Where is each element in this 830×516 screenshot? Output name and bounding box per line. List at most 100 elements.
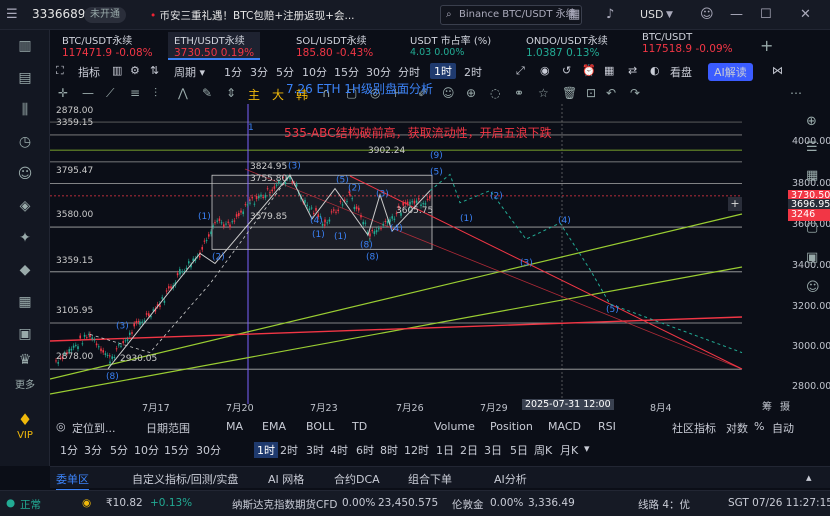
tf-2h[interactable]: 2时 <box>464 64 482 80</box>
redo-icon[interactable]: ↷ <box>630 86 640 100</box>
undo-icon[interactable]: ↶ <box>606 86 616 100</box>
channel-icon[interactable]: ≡ <box>130 86 140 100</box>
layers-icon[interactable]: ▤ <box>0 70 50 86</box>
chevron-down-icon[interactable]: ▼ <box>666 10 673 20</box>
minimize-icon[interactable]: — <box>730 7 743 22</box>
candle-style-icon[interactable]: ▥ <box>112 64 122 77</box>
chat-icon[interactable]: ▢ <box>806 220 818 235</box>
tfbar-3h[interactable]: 3时 <box>306 442 324 458</box>
tfbar-6h[interactable]: 6时 <box>356 442 374 458</box>
tfbar-2d[interactable]: 2日 <box>460 442 478 458</box>
line-status[interactable]: 线路 4：优 <box>638 497 690 512</box>
indicator-ma[interactable]: MA <box>226 420 243 433</box>
indicator-volume[interactable]: Volume <box>434 420 475 433</box>
status-badge[interactable]: 未开通 <box>84 7 126 23</box>
ticker-usdt-dominance[interactable]: USDT 市占率 (%) 4.03 0.00% <box>404 32 497 60</box>
price-chart[interactable]: (1) (2) (3) (4) (5) (1) (2) (3) (4) (5) (1) (2) (3) (… <box>50 104 830 416</box>
chart-icon[interactable]: ▥ <box>0 38 50 54</box>
tfbar-30m[interactable]: 30分 <box>196 442 221 458</box>
tfbar-15m[interactable]: 15分 <box>164 442 189 458</box>
add-alert-icon[interactable]: + <box>728 197 742 211</box>
drawbar-big[interactable]: 大 <box>272 86 284 103</box>
calendar-icon[interactable]: ▦ <box>0 294 50 310</box>
tf-15m[interactable]: 15分 <box>334 64 359 80</box>
layout-icon[interactable]: ▦ <box>604 64 614 77</box>
close-icon[interactable]: ✕ <box>800 7 811 22</box>
ai-analysis-button[interactable]: AI解读 <box>708 63 753 81</box>
corner-label[interactable]: 筹 <box>762 398 772 413</box>
tfbar-week[interactable]: 周K <box>534 442 552 458</box>
hide-icon[interactable]: ◌ <box>490 86 500 100</box>
currency-select[interactable]: USD <box>640 8 664 21</box>
index1-name[interactable]: 纳斯达克指数期货CFD <box>232 497 337 512</box>
fullscreen-icon[interactable]: ⛶ <box>56 64 64 78</box>
calendar-icon[interactable]: ▦ <box>806 168 818 183</box>
community-indicators[interactable]: 社区指标 <box>672 420 716 436</box>
indicator-macd[interactable]: MACD <box>548 420 581 433</box>
drawbar-main[interactable]: 主 <box>248 86 260 103</box>
shield-icon[interactable]: ◆ <box>0 262 50 278</box>
locate-button[interactable]: 定位到... <box>72 420 116 436</box>
auto-scale-toggle[interactable]: 自动 <box>772 420 794 436</box>
view-icon[interactable]: ◐ <box>650 64 660 77</box>
tfbar-1m[interactable]: 1分 <box>60 442 78 458</box>
fib-icon[interactable]: ⫶ <box>154 86 157 101</box>
replay-icon[interactable]: ↺ <box>562 64 571 77</box>
ticker-ondo-perp[interactable]: ONDO/USDT永续 1.0387 0.13% <box>520 32 614 60</box>
promo-text[interactable]: 币安三重礼遇！BTC包赔+注册返现+会... <box>160 10 355 22</box>
add-ticker-icon[interactable]: + <box>760 36 773 55</box>
trade-icon[interactable]: ⇄ <box>628 64 637 77</box>
search-input[interactable]: ⌕ Binance BTC/USDT 永续 <box>440 5 582 25</box>
pattern-icon[interactable]: ⋀ <box>178 86 188 100</box>
tfbar-3d[interactable]: 3日 <box>484 442 502 458</box>
ticker-btc-perp[interactable]: BTC/USDT永续 117471.9 -0.08% <box>56 32 159 60</box>
drawbar-overflow-icon[interactable]: ⋯ <box>790 86 802 100</box>
gift-icon[interactable]: ✦ <box>0 230 50 246</box>
indicator-position[interactable]: Position <box>490 420 533 433</box>
tf-tick[interactable]: 分时 <box>398 64 420 80</box>
tf-30m[interactable]: 30分 <box>366 64 391 80</box>
people-icon[interactable]: ☺ <box>806 280 820 295</box>
indicator-rsi[interactable]: RSI <box>598 420 616 433</box>
star-icon[interactable]: ☆ <box>538 86 549 100</box>
ticker-eth-perp[interactable]: ETH/USDT永续 3730.50 0.19% <box>168 32 261 60</box>
camera-icon[interactable]: ◉ <box>540 64 550 77</box>
tfbar-10m[interactable]: 10分 <box>134 442 159 458</box>
tab-ai-analysis[interactable]: AI分析 <box>494 471 527 487</box>
share-icon[interactable]: ⋈ <box>772 64 783 77</box>
save-icon[interactable]: ⊡ <box>586 86 596 100</box>
vip-label[interactable]: VIP <box>0 430 50 441</box>
tab-combo-order[interactable]: 组合下单 <box>408 471 452 487</box>
tf-5m[interactable]: 5分 <box>276 64 294 80</box>
tf-1h[interactable]: 1时 <box>430 63 456 79</box>
tfbar-4h[interactable]: 4时 <box>330 442 348 458</box>
candles-icon[interactable]: ⫼ <box>0 102 50 118</box>
hamburger-icon[interactable]: ☰ <box>6 7 18 22</box>
connection-status[interactable]: 正常 <box>20 497 41 512</box>
tfbar-12h[interactable]: 12时 <box>404 442 429 458</box>
tfbar-3m[interactable]: 3分 <box>84 442 102 458</box>
tfbar-5m[interactable]: 5分 <box>110 442 128 458</box>
user-icon[interactable]: ☺ <box>700 7 714 22</box>
indicator-td[interactable]: TD <box>352 420 367 433</box>
percent-toggle[interactable]: % <box>754 420 764 433</box>
collapse-icon[interactable]: ▴ <box>806 471 812 484</box>
hline-icon[interactable]: — <box>82 86 94 100</box>
ticker-btc-spot[interactable]: BTC/USDT 117518.9 -0.09% <box>636 32 739 60</box>
promo-banner[interactable]: • 币安三重礼遇！BTC包赔+注册返现+会... <box>150 8 355 23</box>
view-menu[interactable]: 看盘 <box>670 64 692 80</box>
vip-icon[interactable]: ♦ <box>0 410 50 429</box>
tf-3m[interactable]: 3分 <box>250 64 268 80</box>
tfbar-more-icon[interactable]: ▾ <box>584 442 590 455</box>
tab-ai-grid[interactable]: AI 网格 <box>268 471 304 487</box>
settings-icon[interactable]: ⚙ <box>130 64 140 77</box>
tfbar-month[interactable]: 月K <box>560 442 578 458</box>
tfbar-2h[interactable]: 2时 <box>280 442 298 458</box>
text-icon[interactable]: ✎ <box>202 86 212 100</box>
index2-name[interactable]: 伦敦金 <box>452 497 484 512</box>
tfbar-8h[interactable]: 8时 <box>380 442 398 458</box>
measure-icon[interactable]: ⇕ <box>226 86 236 100</box>
tf-10m[interactable]: 10分 <box>302 64 327 80</box>
clock-icon[interactable]: ◷ <box>0 134 50 150</box>
crosshair-icon[interactable]: ⊕ <box>806 114 817 129</box>
